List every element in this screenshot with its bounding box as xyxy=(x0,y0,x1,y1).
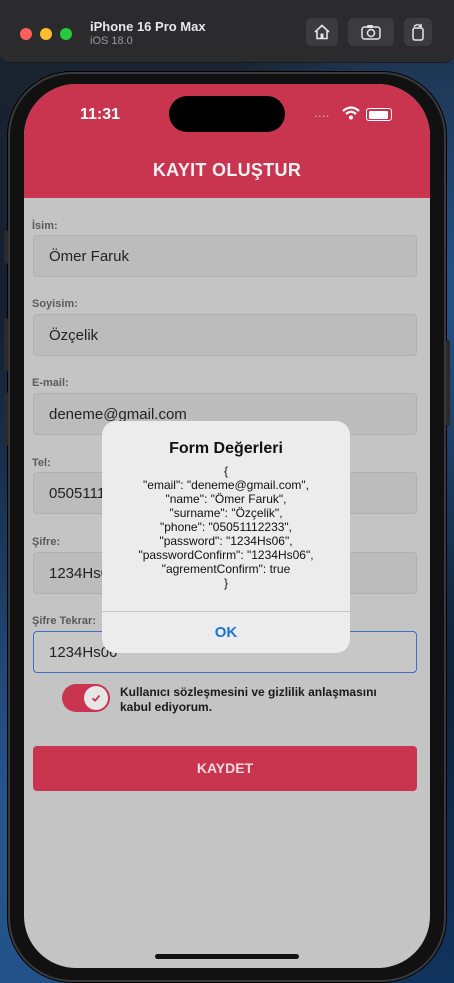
home-indicator xyxy=(155,954,299,959)
volume-up-button xyxy=(4,318,8,372)
agreement-toggle[interactable] xyxy=(62,684,110,712)
agreement-text: Kullanıcı sözleşmesini ve gizlilik anlaş… xyxy=(120,685,377,714)
alert-message-line: "agrementConfirm": true xyxy=(161,562,291,576)
cellular-signal-icon: .... xyxy=(314,104,330,120)
home-button[interactable] xyxy=(306,18,338,46)
checkmark-icon xyxy=(91,694,101,703)
password-confirm-label: Şifre Tekrar: xyxy=(32,615,96,627)
name-label: İsim: xyxy=(32,220,58,232)
rotate-icon xyxy=(412,23,424,41)
screenshot-button[interactable] xyxy=(348,18,394,46)
alert-message-line: } xyxy=(223,576,228,590)
page-title: KAYIT OLUŞTUR xyxy=(152,160,302,180)
alert-message-line: "passwordConfirm": "1234Hs06", xyxy=(138,548,314,562)
dynamic-island xyxy=(169,96,285,132)
screenshot-icon xyxy=(361,25,381,40)
alert-message: {"email": "deneme@gmail.com", "name": "Öm… xyxy=(102,464,350,590)
name-field[interactable]: Ömer Faruk xyxy=(33,235,417,277)
home-icon xyxy=(314,24,330,40)
battery-icon xyxy=(366,108,392,121)
app-header: 11:31 .... KAYIT OLUŞTUR xyxy=(24,84,430,198)
volume-down-button xyxy=(4,392,8,446)
alert-message-line: { xyxy=(223,464,228,478)
save-button[interactable]: KAYDET xyxy=(33,746,417,791)
alert-message-line: "surname": "Özçelik", xyxy=(169,506,283,520)
device-name: iPhone 16 Pro Max xyxy=(90,19,206,34)
power-button xyxy=(446,340,450,426)
alert-message-line: "name": "Ömer Faruk", xyxy=(165,492,287,506)
rotate-button[interactable] xyxy=(404,18,432,46)
alert-message-line: "password": "1234Hs06", xyxy=(159,534,293,548)
close-window-button[interactable] xyxy=(20,28,32,40)
password-label: Şifre: xyxy=(32,536,61,548)
alert-message-line: "phone": "05051112233", xyxy=(159,520,293,534)
wifi-icon xyxy=(342,106,360,120)
zoom-window-button[interactable] xyxy=(60,28,72,40)
minimize-window-button[interactable] xyxy=(40,28,52,40)
surname-label: Soyisim: xyxy=(32,298,78,310)
phone-label: Tel: xyxy=(32,457,51,469)
toggle-knob xyxy=(84,686,108,710)
form-values-alert: Form Değerleri {"email": "deneme@gmail.c… xyxy=(102,421,350,653)
os-version: iOS 18.0 xyxy=(90,35,133,47)
surname-field[interactable]: Özçelik xyxy=(33,314,417,356)
alert-ok-button[interactable]: OK xyxy=(102,612,350,653)
status-time: 11:31 xyxy=(80,106,121,123)
email-label: E-mail: xyxy=(32,377,69,389)
alert-title: Form Değerleri xyxy=(169,440,283,457)
action-button xyxy=(4,230,8,264)
simulator-title-bar: iPhone 16 Pro Max iOS 18.0 xyxy=(0,0,454,63)
alert-message-line: "email": "deneme@gmail.com", xyxy=(143,478,309,492)
